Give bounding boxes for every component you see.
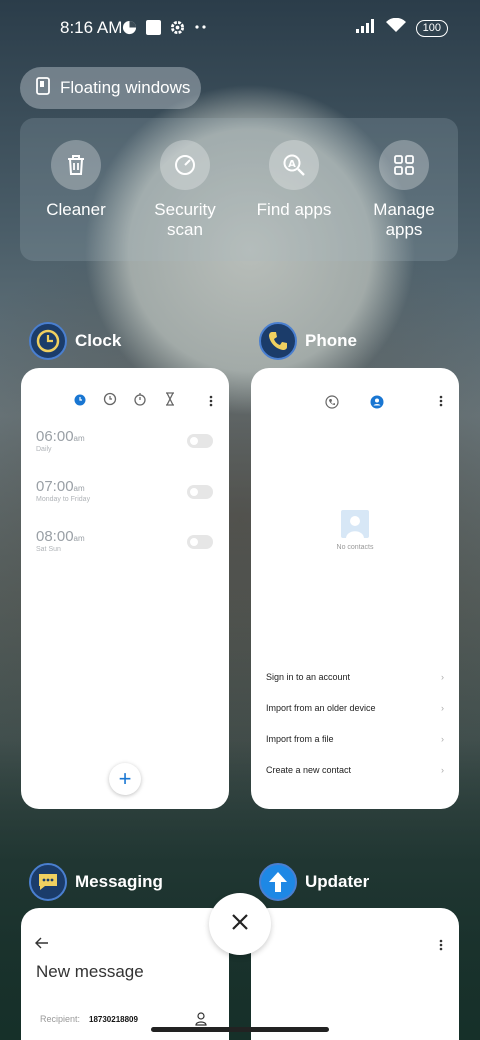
floating-windows-label: Floating windows (60, 78, 191, 97)
alarm-ampm: am (73, 534, 85, 543)
grid-icon (379, 140, 429, 190)
clock-more-icon[interactable] (209, 394, 213, 407)
updater-app-icon (259, 863, 297, 901)
contact-placeholder-icon (341, 510, 369, 538)
no-contacts-text: No contacts (336, 544, 374, 551)
gear-icon (169, 19, 185, 35)
option-label: Import from an older device (266, 703, 376, 713)
alarm-repeat: Daily (36, 446, 52, 453)
phone-app-header[interactable]: Phone (259, 322, 357, 360)
phone-option-row[interactable]: Import from a file › (266, 734, 444, 744)
svg-text:A: A (288, 159, 296, 170)
status-bar: 8:16 AM 100 (0, 0, 480, 56)
timer-tab-icon[interactable] (163, 392, 177, 406)
quick-actions-panel: Cleaner Security scan A Find apps Manage… (20, 118, 458, 261)
notification-square-icon (145, 19, 161, 35)
clock-app-card[interactable]: 06:00am Daily 07:00am Monday to Friday 0… (21, 368, 229, 809)
alarm-ampm: am (73, 484, 85, 493)
messaging-app-header[interactable]: Messaging (29, 863, 163, 901)
clock-app-icon (29, 322, 67, 360)
security-scan-button[interactable]: Security scan (135, 140, 235, 240)
recipient-field[interactable]: 18730218809 (89, 1015, 138, 1024)
manage-apps-button[interactable]: Manage apps (354, 140, 454, 240)
alarm-toggle[interactable] (187, 434, 213, 448)
phone-more-icon[interactable] (439, 394, 443, 407)
new-message-title: New message (36, 962, 144, 981)
chevron-right-icon: › (441, 765, 444, 775)
updater-app-header[interactable]: Updater (259, 863, 369, 901)
empty-contacts: No contacts (251, 510, 459, 551)
more-dots-icon (193, 19, 209, 35)
chevron-right-icon: › (441, 734, 444, 744)
option-label: Create a new contact (266, 765, 352, 775)
messaging-app-card[interactable]: New message Recipient: 18730218809 (21, 908, 229, 1040)
battery-indicator: 100 (415, 19, 448, 37)
alarm-time: 07:00 (36, 478, 74, 495)
signal-icon (355, 18, 376, 38)
phone-option-row[interactable]: Create a new contact › (266, 765, 444, 775)
alarm-ampm: am (73, 434, 85, 443)
status-time: 8:16 AM (60, 18, 123, 37)
alarm-toggle[interactable] (187, 535, 213, 549)
alarm-tab-icon[interactable] (73, 392, 87, 406)
option-label: Sign in to an account (266, 672, 351, 682)
phone-app-name: Phone (305, 331, 357, 350)
updater-app-card[interactable] (251, 908, 459, 1040)
option-label: Import from a file (266, 734, 334, 744)
wifi-icon (385, 17, 406, 38)
alarm-time: 06:00 (36, 428, 74, 445)
updater-more-icon[interactable] (439, 938, 443, 951)
world-clock-tab-icon[interactable] (103, 392, 117, 406)
close-icon (231, 913, 249, 936)
find-apps-label: Find apps (256, 200, 332, 219)
cleaner-label: Cleaner (46, 200, 106, 219)
back-arrow-icon[interactable] (35, 936, 49, 954)
floating-windows-button[interactable]: Floating windows (20, 67, 201, 109)
home-indicator[interactable] (151, 1027, 329, 1032)
chevron-right-icon: › (441, 672, 444, 682)
clock-app-name: Clock (75, 331, 122, 350)
updater-app-name: Updater (305, 872, 370, 891)
chevron-right-icon: › (441, 703, 444, 713)
security-scan-label: Security scan (154, 200, 216, 239)
phone-app-icon (259, 322, 297, 360)
phone-app-card[interactable]: No contacts Sign in to an account › Impor… (251, 368, 459, 809)
find-apps-icon: A (269, 140, 319, 190)
alarm-toggle[interactable] (187, 485, 213, 499)
phone-option-row[interactable]: Import from an older device › (266, 703, 444, 713)
find-apps-button[interactable]: A Find apps (244, 140, 344, 220)
call-log-tab-icon[interactable] (325, 395, 339, 414)
cleaner-button[interactable]: Cleaner (26, 140, 126, 220)
clock-app-header[interactable]: Clock (29, 322, 121, 360)
floating-window-icon (36, 76, 50, 100)
manage-apps-label: Manage apps (373, 200, 435, 239)
trash-icon (51, 140, 101, 190)
add-alarm-button[interactable]: + (109, 763, 141, 795)
phone-option-row[interactable]: Sign in to an account › (266, 672, 444, 682)
stopwatch-tab-icon[interactable] (133, 392, 147, 406)
alarm-time: 08:00 (36, 528, 74, 545)
contacts-tab-icon[interactable] (370, 395, 384, 414)
recipient-label: Recipient: (40, 1014, 81, 1024)
security-icon (160, 140, 210, 190)
data-saver-icon (121, 19, 137, 35)
close-all-button[interactable] (209, 893, 271, 955)
messaging-app-name: Messaging (75, 872, 163, 891)
messaging-app-icon (29, 863, 67, 901)
